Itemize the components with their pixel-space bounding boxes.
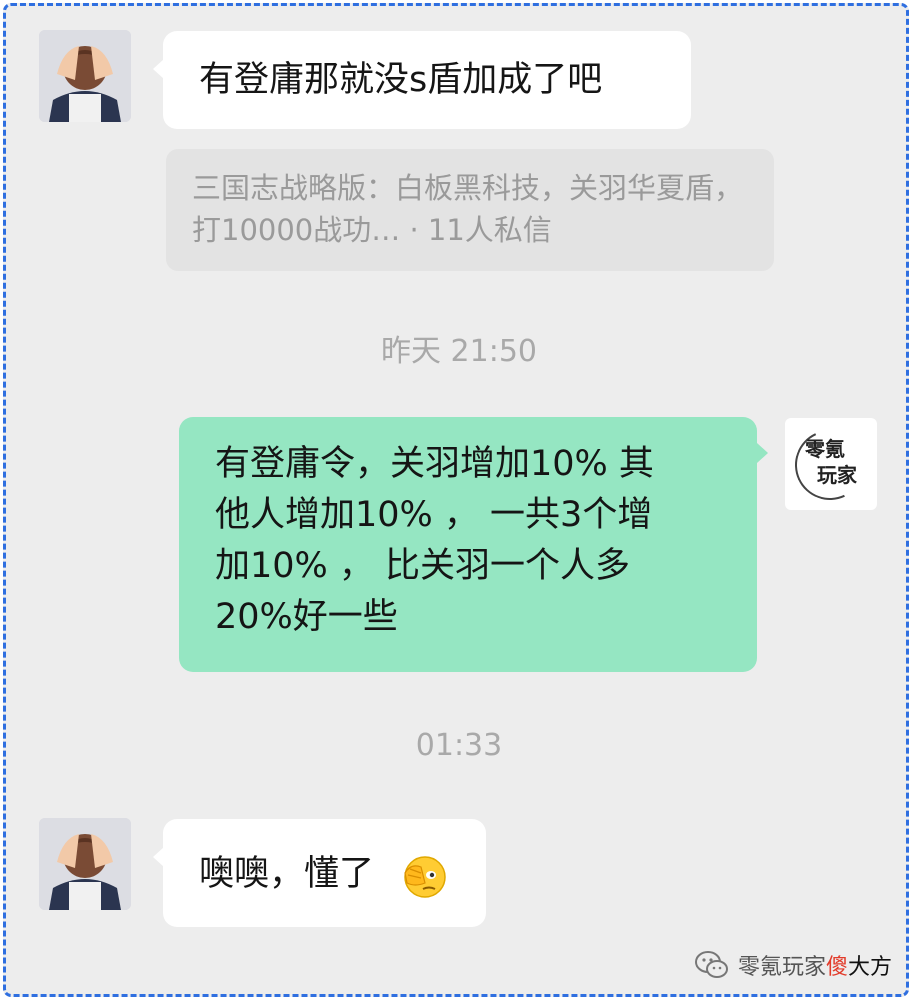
timestamp: 昨天 21:50 bbox=[381, 334, 537, 369]
facepalm-emoji-icon bbox=[404, 856, 446, 898]
avatar-illustration-icon bbox=[39, 30, 131, 122]
incoming-message-bubble[interactable]: 噢噢，懂了 bbox=[153, 819, 486, 927]
chat-screenshot-frame: 有登庸那就没s盾加成了吧 三国志战略版：白板黑科技，关羽华夏盾，打10000战功… bbox=[3, 3, 909, 997]
outgoing-message-bubble[interactable]: 有登庸令，关羽增加10% 其 他人增加10% ， 一共3个增 加10% ， 比关… bbox=[179, 417, 768, 672]
user-avatar[interactable] bbox=[39, 818, 131, 910]
watermark-suffix: 大方 bbox=[847, 955, 892, 980]
self-avatar[interactable]: 零氪 玩家 bbox=[785, 418, 877, 510]
watermark-prefix: 零氪玩家 bbox=[737, 955, 826, 980]
wechat-watermark: 零氪玩家傻大方 bbox=[694, 948, 892, 982]
timestamp: 01:33 bbox=[415, 728, 503, 763]
outgoing-message-line: 有登庸令，关羽增加10% 其 bbox=[215, 444, 654, 484]
watermark-text: 零氪玩家傻大方 bbox=[738, 949, 892, 981]
user-avatar[interactable] bbox=[39, 30, 131, 122]
logo-line-2: 玩家 bbox=[817, 463, 857, 487]
incoming-message-text: 噢噢，懂了 bbox=[199, 854, 375, 894]
outgoing-message-line: 20%好一些 bbox=[215, 597, 398, 637]
incoming-message-bubble[interactable]: 有登庸那就没s盾加成了吧 bbox=[153, 31, 691, 129]
quoted-article-card[interactable]: 三国志战略版：白板黑科技，关羽华夏盾，打10000战功… · 11人私信 bbox=[166, 149, 774, 271]
logo-line-1: 零氪 bbox=[805, 437, 845, 461]
wechat-icon bbox=[694, 951, 728, 978]
self-avatar-logo-text: 零氪 玩家 bbox=[805, 436, 857, 488]
quoted-article-text: 三国志战略版：白板黑科技，关羽华夏盾，打10000战功… · 11人私信 bbox=[192, 171, 744, 247]
watermark-highlight: 傻 bbox=[825, 955, 848, 980]
incoming-message-text: 有登庸那就没s盾加成了吧 bbox=[199, 60, 603, 100]
avatar-illustration-icon bbox=[39, 818, 131, 910]
outgoing-message-line: 他人增加10% ， 一共3个增 bbox=[215, 495, 653, 535]
outgoing-message-line: 加10% ， 比关羽一个人多 bbox=[215, 546, 631, 586]
